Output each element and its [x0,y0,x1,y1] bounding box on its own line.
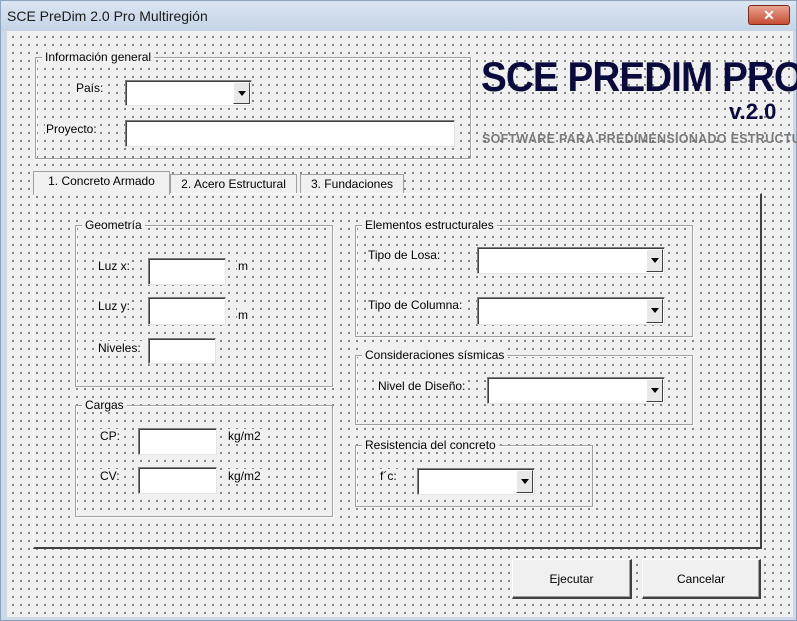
general-info-label: Información general [42,50,155,64]
app-window: SCE PreDim 2.0 Pro Multiregión ✕ Informa… [0,0,797,621]
pais-label: País: [75,81,105,95]
chevron-down-icon[interactable] [646,299,663,323]
fc-combo[interactable] [417,468,535,495]
proyecto-input[interactable] [125,120,455,147]
title-bar[interactable]: SCE PreDim 2.0 Pro Multiregión ✕ [1,1,796,31]
tab-fundaciones[interactable]: 3. Fundaciones [300,174,404,194]
nivel-diseno-label: Nivel de Diseño: [377,379,467,393]
luz-y-input[interactable] [148,297,226,325]
elementos-label: Elementos estructurales [362,218,497,232]
tab-concreto-armado[interactable]: 1. Concreto Armado [33,171,170,195]
geometria-label: Geometría [82,218,145,232]
logo-subtitle: SOFTWARE PARA PREDIMENSIONADO ESTRUCTURA… [482,132,797,146]
cp-input[interactable] [138,428,217,455]
chevron-down-icon[interactable] [516,470,533,493]
close-icon: ✕ [763,7,775,23]
form-client-area: Información general País: Proyecto: SCE … [7,31,797,617]
close-button[interactable]: ✕ [748,5,790,25]
tipo-columna-label: Tipo de Columna: [367,298,464,312]
cv-input[interactable] [138,467,217,494]
resistencia-label: Resistencia del concreto [362,438,499,452]
pais-combo[interactable] [125,80,252,106]
ejecutar-button[interactable]: Ejecutar [512,559,632,599]
tipo-losa-label: Tipo de Losa: [367,248,442,262]
fc-label: f´c: [379,469,398,483]
luz-x-label: Luz x: [97,259,132,273]
chevron-down-icon[interactable] [646,249,663,272]
cancelar-button[interactable]: Cancelar [642,559,761,599]
nivel-diseno-combo[interactable] [487,377,665,404]
luz-y-label: Luz y: [97,299,132,313]
niveles-label: Niveles: [97,341,142,355]
cv-label: CV: [99,469,121,483]
chevron-down-icon[interactable] [646,379,663,402]
logo-title: SCE PREDIM PRO [481,53,797,100]
proyecto-label: Proyecto: [45,122,98,136]
logo-version: v.2.0 [729,99,777,124]
tipo-columna-combo[interactable] [477,297,665,325]
cargas-group: Cargas [75,398,333,517]
cv-unit: kg/m2 [227,469,262,483]
sismicas-label: Consideraciones sísmicas [362,348,508,362]
luz-x-unit: m [237,259,249,273]
niveles-input[interactable] [148,338,216,364]
cargas-label: Cargas [82,398,127,412]
cp-label: CP: [99,429,122,443]
window-title: SCE PreDim 2.0 Pro Multiregión [7,8,208,24]
tipo-losa-combo[interactable] [477,247,665,274]
luz-y-unit: m [237,308,249,322]
tab-acero-estructural[interactable]: 2. Acero Estructural [170,174,297,194]
cp-unit: kg/m2 [227,429,262,443]
luz-x-input[interactable] [148,258,226,285]
chevron-down-icon[interactable] [233,82,250,104]
